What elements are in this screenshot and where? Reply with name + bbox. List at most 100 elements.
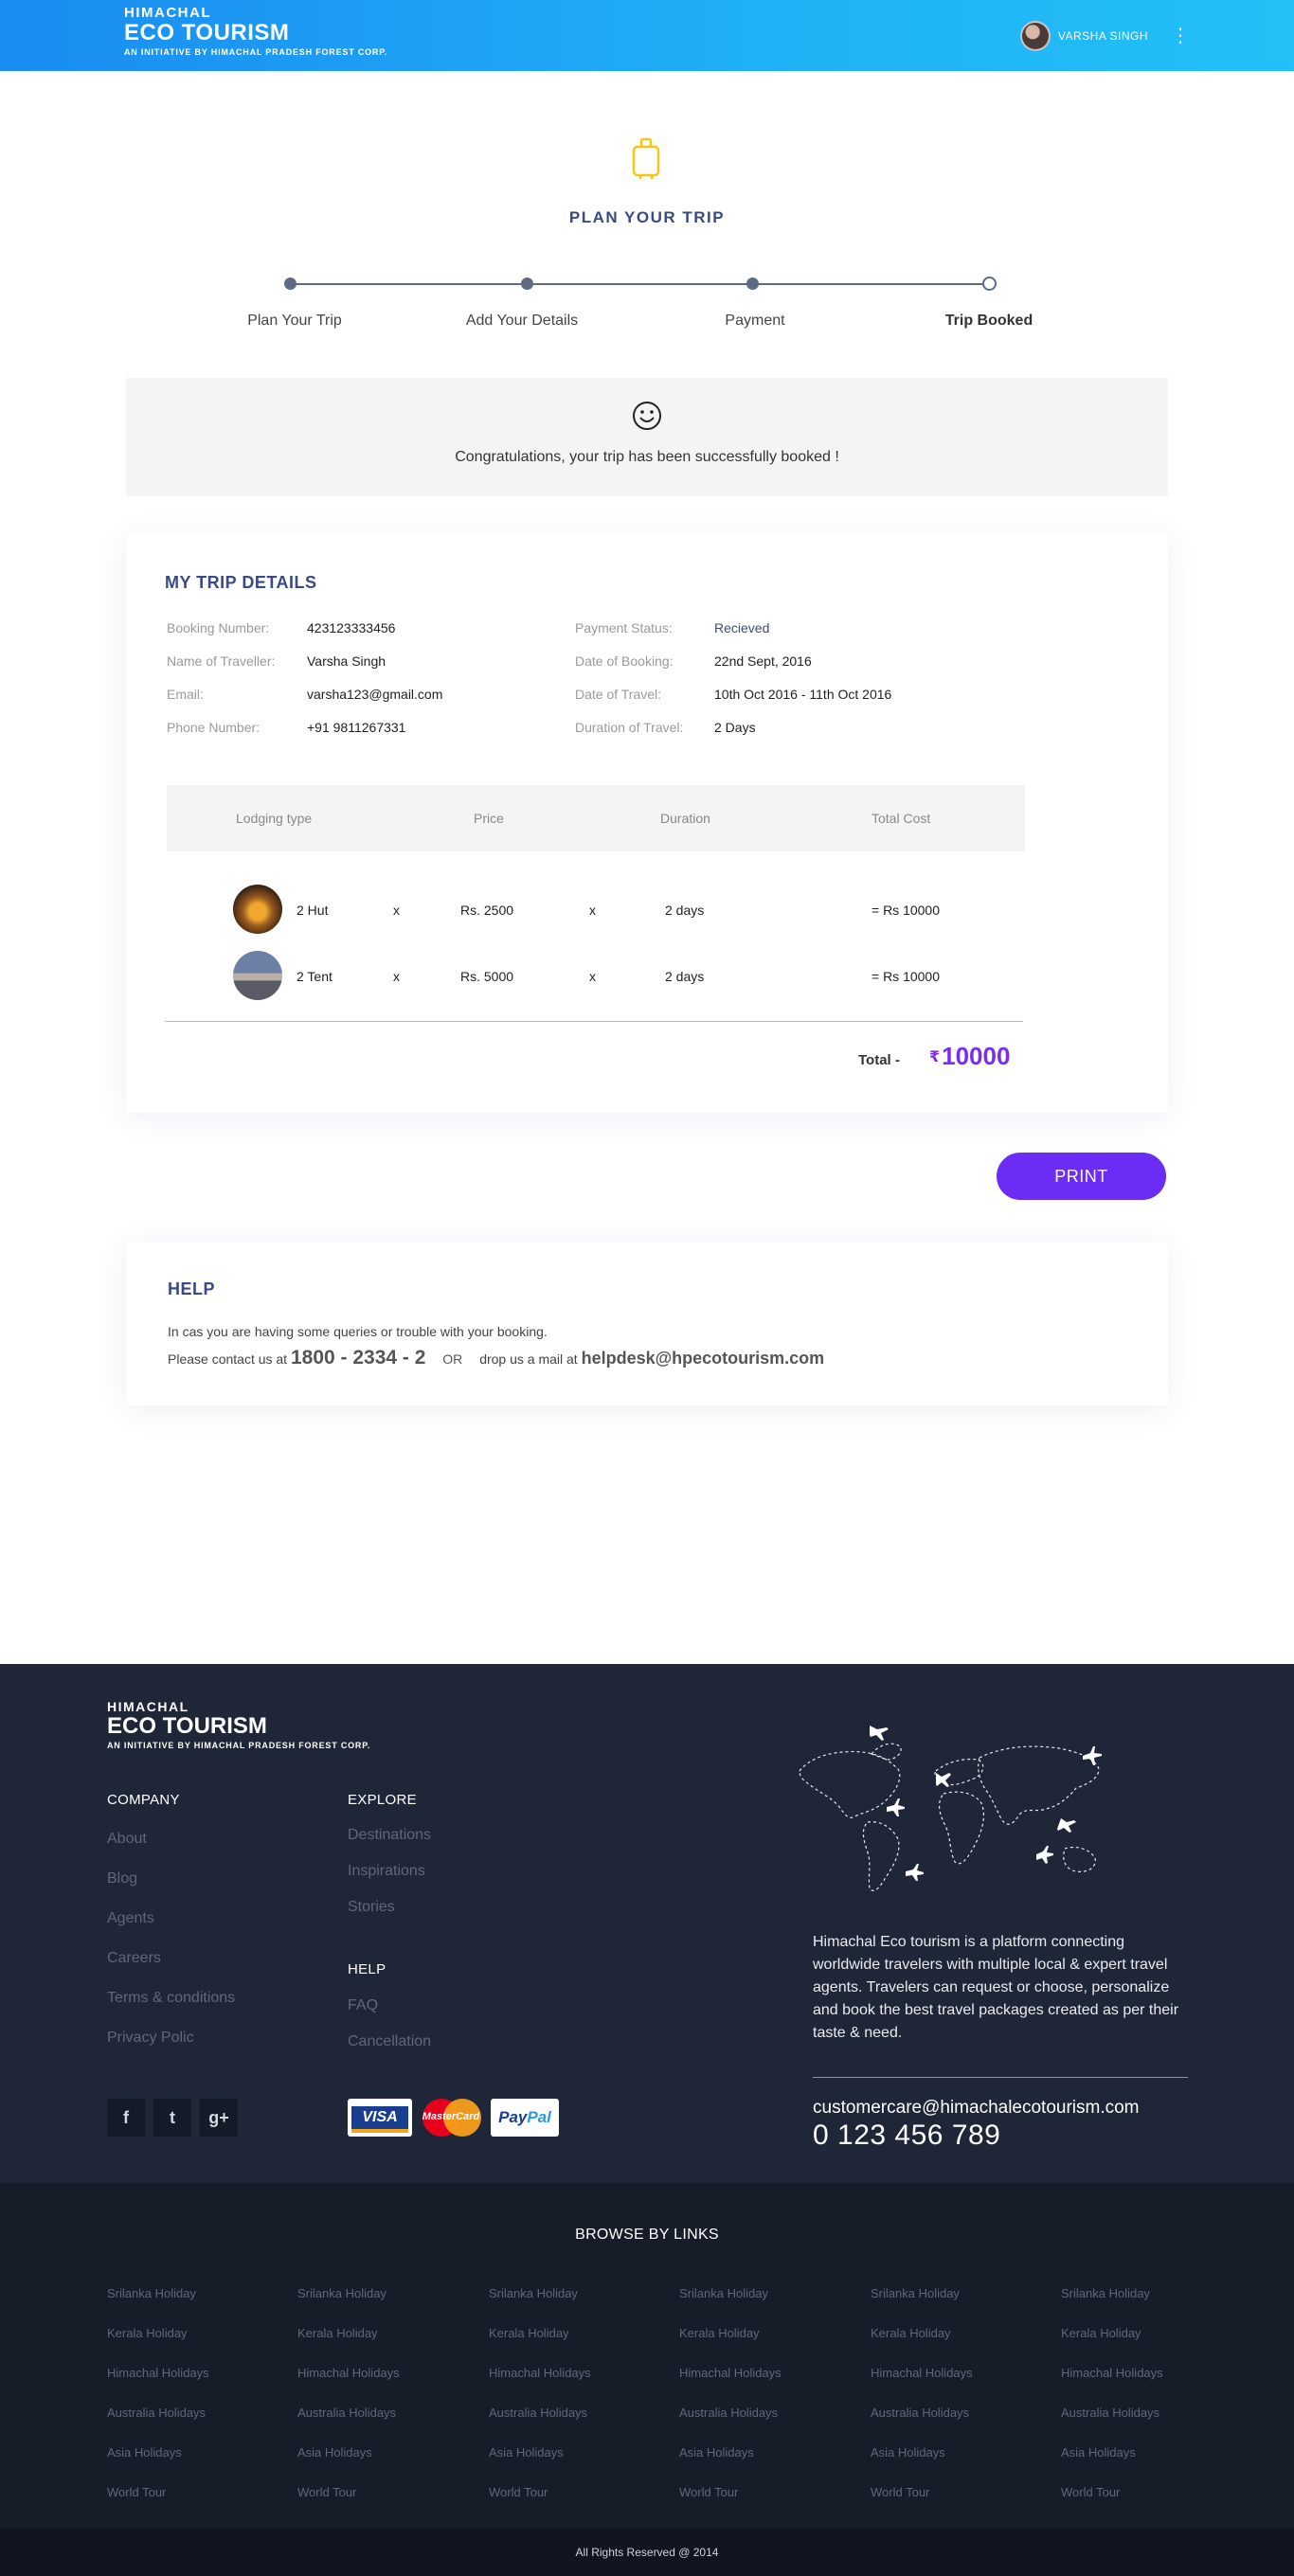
step-add-details[interactable]: Add Your Details	[427, 313, 617, 330]
browse-link[interactable]: Australia Holidays	[1061, 2406, 1159, 2420]
footer-phone-link[interactable]: 0 123 456 789	[813, 2120, 1000, 2152]
browse-link[interactable]: Australia Holidays	[679, 2406, 778, 2420]
help-title: HELP	[168, 1279, 216, 1298]
browse-link[interactable]: World Tour	[489, 2485, 548, 2499]
footer-email-link[interactable]: customercare@himachalecotourism.com	[813, 2098, 1140, 2119]
brand-top: HIMACHAL	[124, 5, 211, 21]
success-message: Congratulations, your trip has been succ…	[455, 449, 839, 465]
browse-link[interactable]: Asia Holidays	[679, 2445, 754, 2460]
step-plan-your-trip[interactable]: Plan Your Trip	[200, 313, 389, 330]
times-sign: x	[589, 969, 596, 984]
times-sign: x	[393, 903, 400, 918]
footer-link-cancellation[interactable]: Cancellation	[348, 2033, 431, 2050]
browse-link[interactable]: Srilanka Holiday	[679, 2286, 768, 2300]
footer-link-about[interactable]: About	[107, 1831, 147, 1848]
browse-link[interactable]: Himachal Holidays	[107, 2366, 209, 2380]
facebook-icon[interactable]: f	[107, 2099, 145, 2137]
browse-link[interactable]: World Tour	[871, 2485, 929, 2499]
total-value: 10000	[942, 1042, 1011, 1070]
browse-link[interactable]: Asia Holidays	[489, 2445, 564, 2460]
browse-link[interactable]: Himachal Holidays	[489, 2366, 591, 2380]
help-intro: In cas you are having some queries or tr…	[168, 1324, 548, 1339]
footer-link-faq[interactable]: FAQ	[348, 1997, 378, 2014]
footer-link-stories[interactable]: Stories	[348, 1899, 395, 1916]
browse-link[interactable]: Kerala Holiday	[871, 2326, 951, 2340]
browse-link[interactable]: Asia Holidays	[297, 2445, 372, 2460]
browse-link[interactable]: World Tour	[679, 2485, 738, 2499]
browse-link[interactable]: Asia Holidays	[1061, 2445, 1136, 2460]
user-name[interactable]: VARSHA SINGH	[1058, 29, 1148, 43]
browse-link[interactable]: Australia Holidays	[489, 2406, 587, 2420]
mastercard-logo: MasterCard	[419, 2099, 483, 2137]
browse-link[interactable]: Australia Holidays	[871, 2406, 969, 2420]
footer-link-inspirations[interactable]: Inspirations	[348, 1863, 425, 1880]
column-header: Duration	[660, 811, 710, 826]
user-menu[interactable]: VARSHA SINGH ⋮	[1019, 21, 1190, 51]
browse-link[interactable]: Kerala Holiday	[297, 2326, 378, 2340]
browse-link[interactable]: Himachal Holidays	[1061, 2366, 1163, 2380]
avatar[interactable]	[1019, 21, 1051, 51]
kebab-menu-icon[interactable]: ⋮	[1171, 27, 1190, 45]
browse-link[interactable]: Kerala Holiday	[1061, 2326, 1141, 2340]
copyright: All Rights Reserved @ 2014	[0, 2529, 1294, 2576]
step-dot-4-current	[982, 277, 997, 291]
step-payment[interactable]: Payment	[660, 313, 850, 330]
help-email-link[interactable]: helpdesk@hpecotourism.com	[582, 1349, 825, 1368]
mail-prefix: drop us a mail at	[479, 1351, 578, 1367]
footer-link-destinations[interactable]: Destinations	[348, 1827, 431, 1844]
help-card: HELP In cas you are having some queries …	[126, 1243, 1168, 1405]
help-phone-link[interactable]: 1800 - 2334 - 2	[291, 1347, 425, 1368]
total-cost: = Rs 10000	[872, 903, 940, 918]
browse-link[interactable]: Asia Holidays	[107, 2445, 182, 2460]
mastercard-text: MasterCard	[422, 2111, 480, 2122]
browse-link[interactable]: Asia Holidays	[871, 2445, 945, 2460]
visa-stripe	[351, 2129, 408, 2133]
browse-link[interactable]: Himachal Holidays	[679, 2366, 782, 2380]
browse-link[interactable]: Srilanka Holiday	[297, 2286, 386, 2300]
brand-sub: AN INITIATIVE BY HIMACHAL PRADESH FOREST…	[124, 47, 388, 57]
twitter-icon[interactable]: t	[153, 2099, 191, 2137]
detail-value: 423123333456	[307, 620, 396, 635]
print-button[interactable]: PRINT	[997, 1153, 1166, 1200]
detail-label: Date of Travel:	[575, 687, 662, 702]
total-cost: = Rs 10000	[872, 969, 940, 984]
browse-link[interactable]: World Tour	[297, 2485, 356, 2499]
browse-link[interactable]: Srilanka Holiday	[1061, 2286, 1150, 2300]
step-trip-booked[interactable]: Trip Booked	[894, 313, 1084, 330]
browse-link[interactable]: Himachal Holidays	[871, 2366, 973, 2380]
browse-link[interactable]: Srilanka Holiday	[107, 2286, 196, 2300]
brand-main: ECO TOURISM	[107, 1713, 267, 1739]
top-header: HIMACHAL ECO TOURISM AN INITIATIVE BY HI…	[0, 0, 1294, 71]
footer-link-agents[interactable]: Agents	[107, 1910, 154, 1927]
help-contact: Please contact us at 1800 - 2334 - 2 OR …	[168, 1347, 824, 1369]
footer-logo[interactable]: HIMACHAL ECO TOURISM AN INITIATIVE BY HI…	[107, 1700, 370, 1750]
luggage-icon	[632, 137, 660, 179]
footer-link-careers[interactable]: Careers	[107, 1950, 161, 1967]
browse-link[interactable]: Himachal Holidays	[297, 2366, 400, 2380]
browse-link[interactable]: Srilanka Holiday	[871, 2286, 960, 2300]
trip-details-title: MY TRIP DETAILS	[165, 573, 317, 592]
table-row: 2 Hut x Rs. 2500 x 2 days = Rs 10000	[167, 880, 1025, 937]
browse-link[interactable]: Srilanka Holiday	[489, 2286, 578, 2300]
detail-label: Duration of Travel:	[575, 720, 684, 735]
browse-link[interactable]: Kerala Holiday	[489, 2326, 569, 2340]
brand-logo[interactable]: HIMACHAL ECO TOURISM AN INITIATIVE BY HI…	[124, 6, 387, 57]
progress-track	[290, 283, 989, 285]
trip-details-card: MY TRIP DETAILS Booking Number: 42312333…	[126, 533, 1168, 1113]
times-sign: x	[589, 903, 596, 918]
browse-link[interactable]: Kerala Holiday	[107, 2326, 188, 2340]
detail-value: varsha123@gmail.com	[307, 687, 443, 702]
browse-link[interactable]: World Tour	[1061, 2485, 1120, 2499]
footer-link-terms[interactable]: Terms & conditions	[107, 1990, 235, 2007]
table-row: 2 Tent x Rs. 5000 x 2 days = Rs 10000	[167, 946, 1025, 1003]
footer-divider	[813, 2077, 1188, 2078]
browse-link[interactable]: Kerala Holiday	[679, 2326, 760, 2340]
browse-link[interactable]: Australia Holidays	[107, 2406, 206, 2420]
browse-link[interactable]: World Tour	[107, 2485, 166, 2499]
footer-link-privacy[interactable]: Privacy Polic	[107, 2030, 194, 2047]
footer-link-blog[interactable]: Blog	[107, 1870, 137, 1887]
detail-value: +91 9811267331	[307, 720, 406, 735]
google-plus-icon[interactable]: g+	[200, 2099, 238, 2137]
footer-explore-heading: EXPLORE	[348, 1792, 417, 1808]
browse-link[interactable]: Australia Holidays	[297, 2406, 396, 2420]
